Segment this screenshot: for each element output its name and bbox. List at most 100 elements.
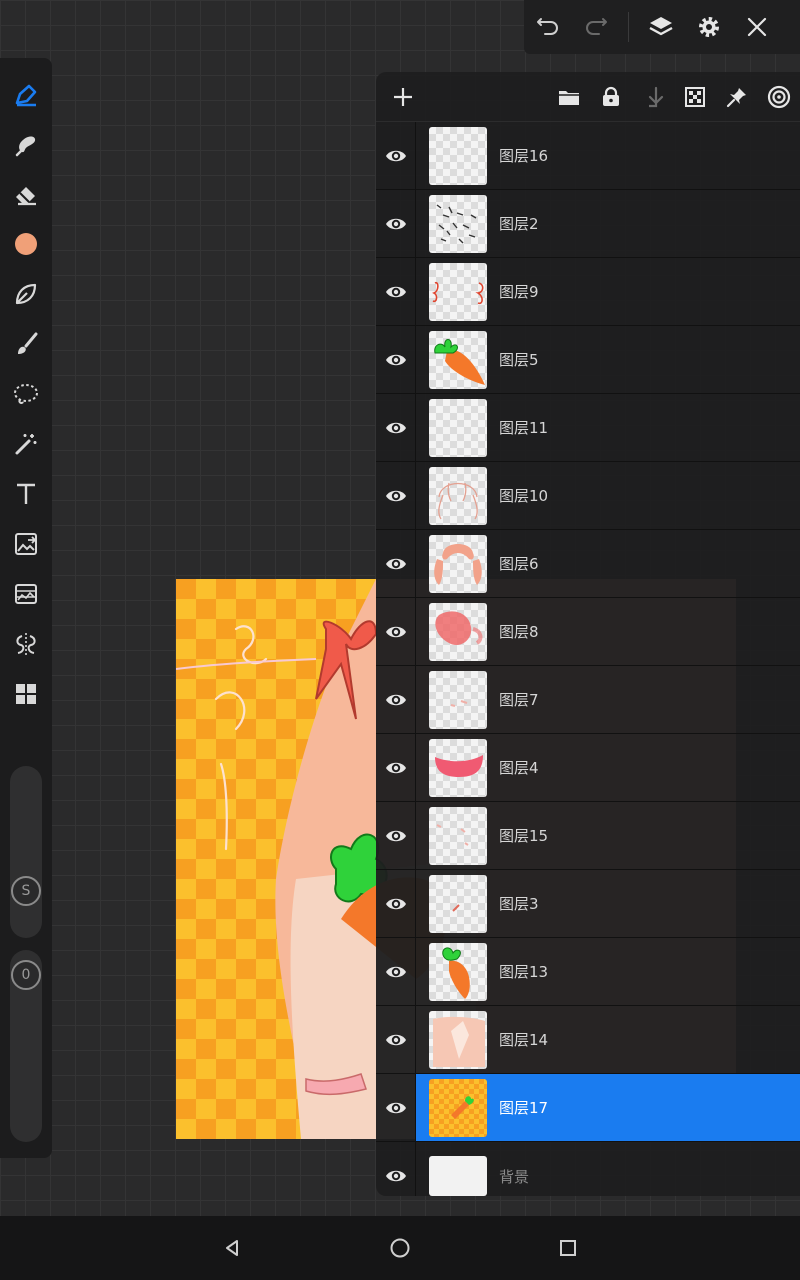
visibility-toggle[interactable]: [376, 1142, 416, 1196]
layer-item[interactable]: 图层2: [416, 190, 800, 257]
layer-name: 图层10: [499, 487, 549, 505]
eye-icon: [385, 490, 406, 501]
import-image-tool[interactable]: [6, 524, 46, 564]
fill-tool[interactable]: [6, 274, 46, 314]
layer-item[interactable]: 图层15: [416, 802, 800, 869]
opacity-slider[interactable]: 0: [10, 950, 42, 1142]
visibility-toggle[interactable]: [376, 394, 416, 461]
adjust-tool[interactable]: [6, 574, 46, 614]
layer-item[interactable]: 图层14: [416, 1006, 800, 1073]
visibility-toggle[interactable]: [376, 666, 416, 733]
back-button[interactable]: [216, 1232, 248, 1264]
layer-item[interactable]: 图层10: [416, 462, 800, 529]
layer-item[interactable]: 图层5: [416, 326, 800, 393]
pin-button[interactable]: [716, 77, 758, 117]
visibility-toggle[interactable]: [376, 326, 416, 393]
layer-row-selected[interactable]: 图层17: [376, 1074, 800, 1142]
magic-wand-tool[interactable]: [6, 424, 46, 464]
apps-icon: [16, 684, 36, 704]
folder-icon: [559, 90, 579, 105]
layer-row[interactable]: 图层10: [376, 462, 800, 530]
layer-row[interactable]: 图层15: [376, 802, 800, 870]
color-picker-button[interactable]: [6, 224, 46, 264]
layer-item[interactable]: 图层13: [416, 938, 800, 1005]
layer-name: 图层6: [499, 555, 539, 573]
visibility-toggle[interactable]: [376, 598, 416, 665]
visibility-toggle[interactable]: [376, 734, 416, 801]
layer-row[interactable]: 图层14: [376, 1006, 800, 1074]
visibility-toggle[interactable]: [376, 462, 416, 529]
visibility-toggle[interactable]: [376, 190, 416, 257]
target-icon: [767, 85, 791, 108]
lock-layer-button[interactable]: [590, 77, 632, 117]
back-icon: [226, 1240, 238, 1256]
recents-icon: [560, 1240, 576, 1256]
layer-name: 图层16: [499, 147, 549, 165]
layer-item[interactable]: 图层4: [416, 734, 800, 801]
eraser-tool[interactable]: [6, 174, 46, 214]
new-group-button[interactable]: [548, 77, 590, 117]
smudge-icon: [15, 136, 36, 157]
home-button[interactable]: [384, 1232, 416, 1264]
layers-button[interactable]: [637, 0, 685, 54]
visibility-toggle[interactable]: [376, 870, 416, 937]
symmetry-tool[interactable]: [6, 624, 46, 664]
eye-icon: [385, 422, 406, 433]
visibility-toggle[interactable]: [376, 1074, 416, 1141]
layer-name: 图层4: [499, 759, 539, 777]
brush-tool[interactable]: [6, 324, 46, 364]
visibility-toggle[interactable]: [376, 122, 416, 189]
layers-panel-header: [376, 72, 800, 122]
visibility-toggle[interactable]: [376, 938, 416, 1005]
layer-item[interactable]: 图层17: [416, 1074, 800, 1141]
visibility-toggle[interactable]: [376, 258, 416, 325]
redo-button[interactable]: [572, 0, 620, 54]
layer-row-background[interactable]: 背景: [376, 1142, 800, 1196]
smudge-tool[interactable]: [6, 124, 46, 164]
layer-row[interactable]: 图层7: [376, 666, 800, 734]
layer-item[interactable]: 图层3: [416, 870, 800, 937]
layer-row[interactable]: 图层9: [376, 258, 800, 326]
visibility-toggle[interactable]: [376, 530, 416, 597]
lasso-select-tool[interactable]: [6, 374, 46, 414]
eye-icon: [385, 1170, 406, 1182]
layer-item[interactable]: 图层8: [416, 598, 800, 665]
layer-row[interactable]: 图层2: [376, 190, 800, 258]
layer-row[interactable]: 图层6: [376, 530, 800, 598]
layer-row[interactable]: 图层3: [376, 870, 800, 938]
close-button[interactable]: [733, 0, 781, 54]
opacity-knob[interactable]: 0: [11, 960, 41, 990]
layer-row[interactable]: 图层11: [376, 394, 800, 462]
layer-item[interactable]: 图层9: [416, 258, 800, 325]
add-layer-button[interactable]: [390, 84, 416, 110]
layer-thumbnail: [429, 1078, 487, 1137]
layer-item[interactable]: 图层7: [416, 666, 800, 733]
merge-down-button[interactable]: [632, 77, 674, 117]
layer-thumbnail: [429, 1156, 487, 1196]
layer-row[interactable]: 图层13: [376, 938, 800, 1006]
layer-row[interactable]: 图层5: [376, 326, 800, 394]
recents-button[interactable]: [552, 1232, 584, 1264]
alpha-lock-button[interactable]: [674, 77, 716, 117]
brush-size-knob[interactable]: S: [11, 876, 41, 906]
pencil-tool[interactable]: [6, 75, 46, 115]
visibility-toggle[interactable]: [376, 1006, 416, 1073]
eye-icon: [385, 150, 406, 161]
layer-item[interactable]: 图层11: [416, 394, 800, 461]
eye-icon: [385, 830, 406, 841]
layer-row[interactable]: 图层16: [376, 122, 800, 190]
layer-item[interactable]: 背景: [416, 1142, 800, 1196]
settings-button[interactable]: [685, 0, 733, 54]
layer-item[interactable]: 图层16: [416, 122, 800, 189]
layer-row[interactable]: 图层8: [376, 598, 800, 666]
visibility-toggle[interactable]: [376, 802, 416, 869]
layer-row[interactable]: 图层4: [376, 734, 800, 802]
eye-icon: [385, 218, 406, 229]
brush-size-slider[interactable]: S: [10, 766, 42, 938]
apps-tool[interactable]: [6, 674, 46, 714]
undo-button[interactable]: [524, 0, 572, 54]
layer-item[interactable]: 图层6: [416, 530, 800, 597]
pencil-icon: [15, 84, 37, 107]
text-tool[interactable]: [6, 474, 46, 514]
reference-layer-button[interactable]: [758, 77, 800, 117]
